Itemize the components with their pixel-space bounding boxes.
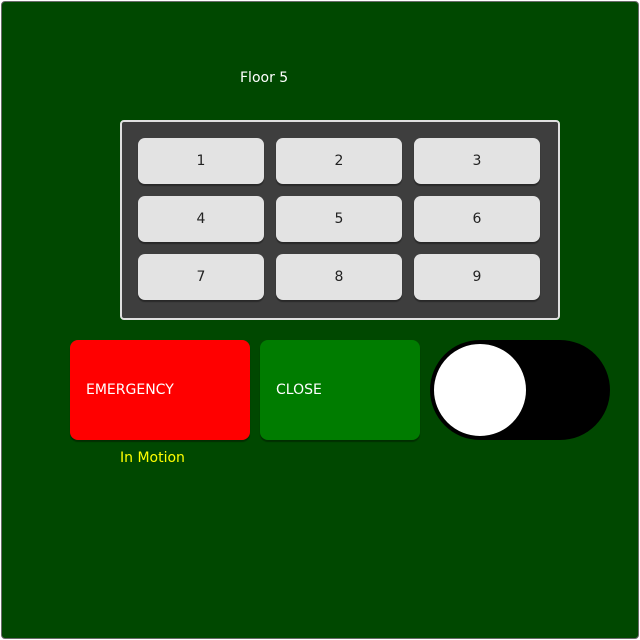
toggle-knob[interactable] xyxy=(432,342,528,438)
floor-button-6[interactable]: 6 xyxy=(414,196,540,242)
floor-button-5[interactable]: 5 xyxy=(276,196,402,242)
floor-button-1[interactable]: 1 xyxy=(138,138,264,184)
floor-button-8[interactable]: 8 xyxy=(276,254,402,300)
door-toggle-switch[interactable] xyxy=(430,340,610,440)
floor-button-9[interactable]: 9 xyxy=(414,254,540,300)
floor-button-7[interactable]: 7 xyxy=(138,254,264,300)
motion-status-text: In Motion xyxy=(120,450,185,466)
floor-indicator: Floor 5 xyxy=(240,70,289,86)
elevator-panel: Floor 5 1 2 3 4 5 6 7 8 9 EMERGENCY CLOS… xyxy=(1,1,639,639)
floor-keypad: 1 2 3 4 5 6 7 8 9 xyxy=(120,120,560,320)
floor-button-4[interactable]: 4 xyxy=(138,196,264,242)
emergency-button[interactable]: EMERGENCY xyxy=(70,340,250,440)
floor-button-3[interactable]: 3 xyxy=(414,138,540,184)
floor-button-2[interactable]: 2 xyxy=(276,138,402,184)
close-door-button[interactable]: CLOSE xyxy=(260,340,420,440)
